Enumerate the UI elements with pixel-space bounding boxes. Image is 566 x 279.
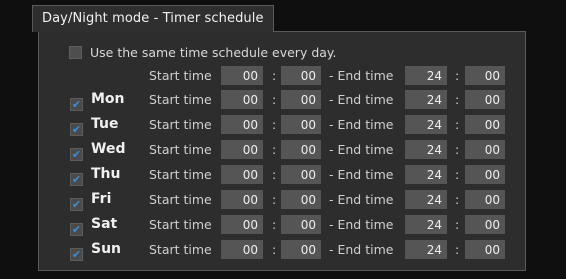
day-label-sun: Sun (91, 241, 122, 257)
day-row-thu: ✔ Thu Start time: - End time: (39, 164, 525, 186)
start-time-label: Start time (149, 142, 212, 157)
start-minute-input-wed[interactable] (281, 140, 321, 159)
day-row-tue: ✔ Tue Start time: - End time: (39, 114, 525, 136)
all-end-minute-input[interactable] (465, 66, 505, 85)
end-time-label: - End time (329, 142, 394, 157)
end-minute-input-fri[interactable] (465, 190, 505, 209)
start-time-label: Start time (149, 167, 212, 182)
start-time-label: Start time (149, 68, 212, 83)
day-row-sat: ✔ Sat Start time: - End time: (39, 214, 525, 236)
end-hour-input-tue[interactable] (405, 115, 447, 134)
time-colon: : (272, 242, 277, 257)
time-colon: : (272, 142, 277, 157)
all-days-time-row: Start time : - End time : (39, 65, 525, 87)
time-colon: : (272, 92, 277, 107)
start-hour-input-fri[interactable] (221, 190, 263, 209)
checkmark-icon: ✔ (70, 123, 83, 136)
end-minute-input-tue[interactable] (465, 115, 505, 134)
time-colon: : (455, 192, 460, 207)
day-label-mon: Mon (91, 91, 125, 107)
day-checkbox-fri[interactable]: ✔ (70, 193, 83, 212)
checkmark-icon: ✔ (70, 148, 83, 161)
start-time-label: Start time (149, 117, 212, 132)
day-label-tue: Tue (91, 116, 119, 132)
checkmark-icon: ✔ (70, 223, 83, 236)
day-row-mon: ✔ Mon Start time: - End time: (39, 89, 525, 111)
same-schedule-checkbox[interactable] (69, 46, 82, 59)
all-end-hour-input[interactable] (405, 66, 447, 85)
checkmark-icon: ✔ (70, 198, 83, 211)
time-colon: : (455, 92, 460, 107)
time-colon: : (272, 68, 277, 83)
start-minute-input-mon[interactable] (281, 90, 321, 109)
start-time-label: Start time (149, 217, 212, 232)
day-label-sat: Sat (91, 216, 118, 232)
day-checkbox-mon[interactable]: ✔ (70, 93, 83, 112)
start-hour-input-sat[interactable] (221, 215, 263, 234)
all-start-hour-input[interactable] (221, 66, 263, 85)
time-colon: : (455, 68, 460, 83)
day-row-sun: ✔ Sun Start time: - End time: (39, 239, 525, 261)
time-colon: : (272, 117, 277, 132)
end-time-label: - End time (329, 192, 394, 207)
end-hour-input-sun[interactable] (405, 240, 447, 259)
end-time-label: - End time (329, 92, 394, 107)
end-minute-input-thu[interactable] (465, 165, 505, 184)
checkmark-icon: ✔ (70, 98, 83, 111)
start-hour-input-tue[interactable] (221, 115, 263, 134)
time-colon: : (455, 242, 460, 257)
same-schedule-option[interactable]: Use the same time schedule every day. (69, 45, 337, 60)
day-row-fri: ✔ Fri Start time: - End time: (39, 189, 525, 211)
end-time-label: - End time (329, 167, 394, 182)
end-hour-input-thu[interactable] (405, 165, 447, 184)
day-label-thu: Thu (91, 166, 121, 182)
day-checkbox-thu[interactable]: ✔ (70, 168, 83, 187)
end-hour-input-mon[interactable] (405, 90, 447, 109)
start-time-label: Start time (149, 192, 212, 207)
time-colon: : (272, 192, 277, 207)
start-hour-input-mon[interactable] (221, 90, 263, 109)
start-minute-input-tue[interactable] (281, 115, 321, 134)
start-time-label: Start time (149, 242, 212, 257)
end-hour-input-sat[interactable] (405, 215, 447, 234)
time-colon: : (455, 217, 460, 232)
time-colon: : (272, 217, 277, 232)
section-title-tab: Day/Night mode - Timer schedule (32, 5, 274, 32)
end-time-label: - End time (329, 217, 394, 232)
start-minute-input-fri[interactable] (281, 190, 321, 209)
time-colon: : (455, 117, 460, 132)
day-checkbox-tue[interactable]: ✔ (70, 118, 83, 137)
start-hour-input-thu[interactable] (221, 165, 263, 184)
end-minute-input-wed[interactable] (465, 140, 505, 159)
day-checkbox-sat[interactable]: ✔ (70, 218, 83, 237)
time-colon: : (455, 142, 460, 157)
timer-schedule-panel: Use the same time schedule every day. St… (38, 31, 526, 271)
end-minute-input-sun[interactable] (465, 240, 505, 259)
day-label-fri: Fri (91, 191, 112, 207)
day-row-wed: ✔ Wed Start time: - End time: (39, 139, 525, 161)
end-time-label: - End time (329, 68, 394, 83)
checkmark-icon: ✔ (70, 248, 83, 261)
checkmark-icon: ✔ (70, 173, 83, 186)
all-start-minute-input[interactable] (281, 66, 321, 85)
day-checkbox-sun[interactable]: ✔ (70, 243, 83, 262)
start-time-label: Start time (149, 92, 212, 107)
end-hour-input-fri[interactable] (405, 190, 447, 209)
end-time-label: - End time (329, 117, 394, 132)
time-colon: : (455, 167, 460, 182)
day-checkbox-wed[interactable]: ✔ (70, 143, 83, 162)
same-schedule-label: Use the same time schedule every day. (90, 45, 337, 60)
day-label-wed: Wed (91, 141, 126, 157)
end-minute-input-mon[interactable] (465, 90, 505, 109)
start-minute-input-sat[interactable] (281, 215, 321, 234)
start-hour-input-sun[interactable] (221, 240, 263, 259)
time-colon: : (272, 167, 277, 182)
end-hour-input-wed[interactable] (405, 140, 447, 159)
end-time-label: - End time (329, 242, 394, 257)
start-minute-input-sun[interactable] (281, 240, 321, 259)
end-minute-input-sat[interactable] (465, 215, 505, 234)
start-hour-input-wed[interactable] (221, 140, 263, 159)
start-minute-input-thu[interactable] (281, 165, 321, 184)
